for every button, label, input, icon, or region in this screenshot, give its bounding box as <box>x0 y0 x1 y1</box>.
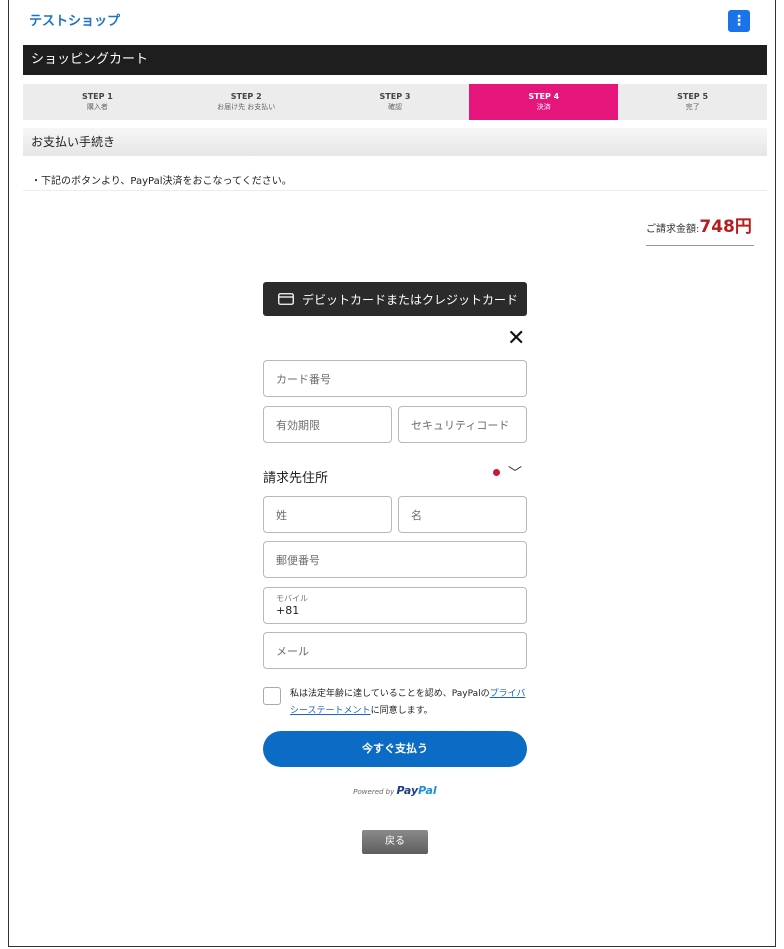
step-progress: STEP 1 購入者 STEP 2 お届け先 お支払い STEP 3 確認 ST… <box>23 84 767 120</box>
mobile-label: モバイル <box>276 594 308 603</box>
powered-by-paypal: Powered by PayPal <box>263 784 527 797</box>
mobile-field[interactable]: モバイル +81 <box>263 587 527 624</box>
step-label: お届け先 お支払い <box>217 103 276 111</box>
section-title: お支払い手続き <box>23 128 767 156</box>
step-number: STEP 1 <box>81 92 113 101</box>
step-3: STEP 3 確認 <box>321 84 470 120</box>
step-number: STEP 2 <box>230 92 262 101</box>
step-number: STEP 4 <box>528 92 560 101</box>
divider <box>23 190 767 191</box>
step-number: STEP 5 <box>677 92 709 101</box>
paypal-logo-pay: Pay <box>396 784 419 797</box>
email-field[interactable]: メール <box>263 632 527 669</box>
step-label: 完了 <box>685 103 700 111</box>
consent-prefix: 私は法定年齢に達していることを認め、PayPalの <box>290 689 490 699</box>
paypal-logo: PayPal <box>397 784 437 797</box>
step-label: 決済 <box>536 103 551 111</box>
security-code-field[interactable]: セキュリティコード <box>398 406 527 443</box>
expiry-field[interactable]: 有効期限 <box>263 406 392 443</box>
cart-title-bar: ショッピングカート <box>23 45 767 75</box>
step-label: 購入者 <box>86 103 108 111</box>
first-name-field[interactable]: 名 <box>398 496 527 533</box>
step-4-active: STEP 4 決済 <box>469 84 619 120</box>
payment-notice: ・下記のボタンより、PayPal決済をおこなってください。 <box>31 176 292 187</box>
step-1: STEP 1 購入者 <box>23 84 172 120</box>
last-name-field[interactable]: 姓 <box>263 496 392 533</box>
card-button-label: デビットカードまたはクレジットカード <box>302 292 519 307</box>
total-amount: ご請求金額:748円 <box>646 212 754 246</box>
step-5: STEP 5 完了 <box>618 84 767 120</box>
back-button[interactable]: 戻る <box>362 830 428 854</box>
total-label: ご請求金額: <box>646 224 700 235</box>
card-number-field[interactable]: カード番号 <box>263 360 527 397</box>
shop-name[interactable]: テストショップ <box>29 10 120 29</box>
mobile-value: +81 <box>276 604 300 617</box>
paypal-logo-pal: Pal <box>418 784 437 797</box>
japan-flag-icon[interactable] <box>493 469 500 476</box>
close-icon[interactable]: ✕ <box>507 328 525 350</box>
debit-credit-card-button[interactable]: デビットカードまたはクレジットカード <box>263 282 527 316</box>
postal-code-field[interactable]: 郵便番号 <box>263 541 527 578</box>
menu-button[interactable]: ⋮ <box>728 10 750 32</box>
billing-address-title: 請求先住所 <box>263 471 329 486</box>
pay-now-button[interactable]: 今すぐ支払う <box>263 731 527 767</box>
consent-checkbox[interactable] <box>263 687 281 705</box>
step-2: STEP 2 お届け先 お支払い <box>172 84 321 120</box>
credit-card-icon <box>278 293 294 305</box>
step-number: STEP 3 <box>379 92 411 101</box>
powered-by-label: Powered by <box>353 788 395 796</box>
total-value: 748円 <box>699 217 752 237</box>
consent-text: 私は法定年齢に達していることを認め、PayPalのプライバシーステートメントに同… <box>290 686 530 720</box>
consent-suffix: に同意します。 <box>370 706 433 716</box>
step-label: 確認 <box>387 103 402 111</box>
chevron-down-icon[interactable]: ﹀ <box>508 463 522 483</box>
